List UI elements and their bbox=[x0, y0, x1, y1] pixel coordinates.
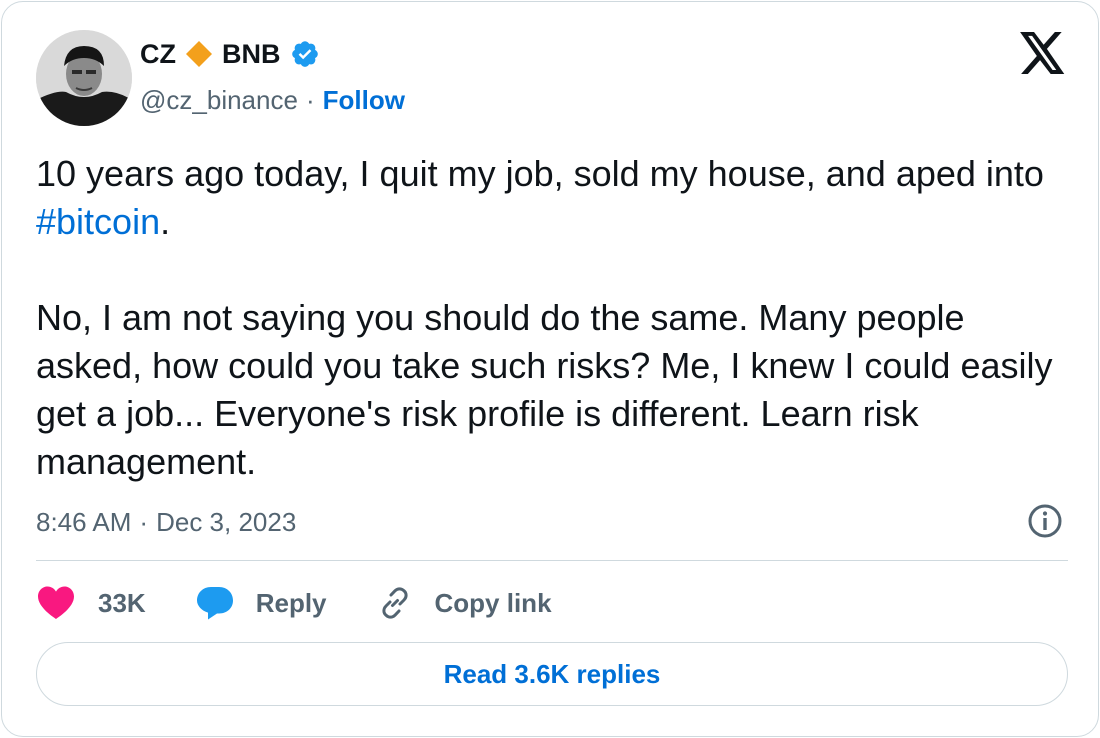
reply-label: Reply bbox=[255, 587, 327, 618]
read-replies-button[interactable]: Read 3.6K replies bbox=[36, 642, 1068, 706]
handle-separator: · bbox=[305, 84, 315, 115]
tweet-date: Dec 3, 2023 bbox=[156, 506, 297, 537]
tweet-time: 8:46 AM bbox=[36, 506, 132, 537]
tweet-paragraph-2: No, I am not saying you should do the sa… bbox=[36, 297, 1053, 482]
bnb-diamond-icon bbox=[184, 39, 214, 69]
author-name-row[interactable]: CZ BNB bbox=[140, 34, 321, 74]
author-handle-row: @cz_binance · Follow bbox=[140, 82, 405, 118]
tweet-paragraph-1: 10 years ago today, I quit my job, sold … bbox=[36, 150, 1076, 246]
follow-link[interactable]: Follow bbox=[323, 85, 405, 116]
timestamp-separator: · bbox=[139, 506, 149, 537]
divider bbox=[36, 560, 1068, 561]
link-icon bbox=[381, 587, 408, 619]
author-handle[interactable]: @cz_binance bbox=[140, 85, 298, 116]
like-count: 33K bbox=[98, 587, 146, 618]
author-display-name: CZ bbox=[140, 38, 176, 69]
copy-link-label: Copy link bbox=[434, 587, 552, 618]
tweet-card: CZ BNB @cz_binance · Follow 10 years ago… bbox=[1, 1, 1099, 737]
timestamp-row[interactable]: 8:46 AM · Dec 3, 2023 bbox=[36, 502, 296, 542]
verified-badge-icon bbox=[289, 38, 321, 70]
like-button[interactable]: 33K bbox=[36, 585, 146, 621]
read-replies-label: Read 3.6K replies bbox=[443, 658, 661, 689]
tweet-text-post: . bbox=[160, 201, 171, 242]
copy-link-button[interactable]: Copy link bbox=[377, 585, 552, 621]
actions-bar: 33K Reply Copy link bbox=[36, 580, 602, 626]
avatar[interactable] bbox=[36, 30, 132, 126]
x-logo-icon[interactable] bbox=[1020, 32, 1066, 74]
reply-button[interactable]: Reply bbox=[196, 585, 327, 621]
heart-icon bbox=[38, 586, 74, 619]
hashtag-link[interactable]: #bitcoin bbox=[36, 201, 160, 242]
author-name-suffix: BNB bbox=[222, 38, 281, 69]
tweet-text-pre: 10 years ago today, I quit my job, sold … bbox=[36, 153, 1044, 194]
tweet-text: 10 years ago today, I quit my job, sold … bbox=[36, 150, 1076, 486]
reply-bubble-icon bbox=[196, 587, 233, 620]
info-icon[interactable] bbox=[1026, 502, 1064, 540]
